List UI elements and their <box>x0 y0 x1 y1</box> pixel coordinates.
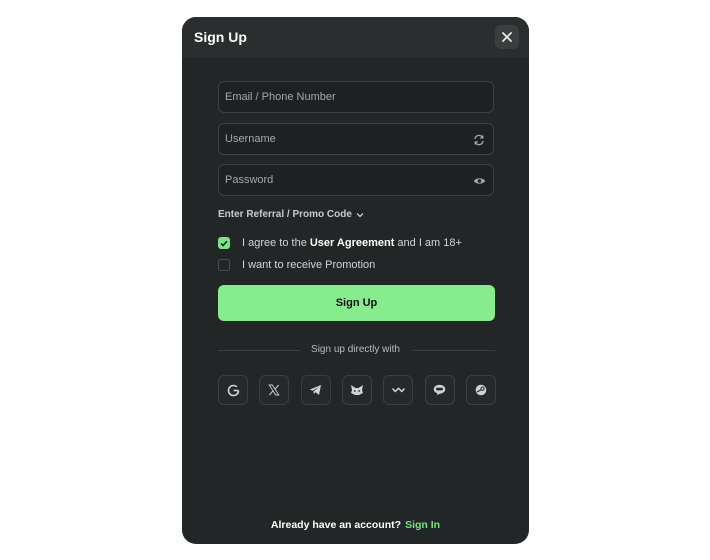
refresh-username-button[interactable] <box>472 133 486 147</box>
line-icon <box>433 384 446 396</box>
google-login-button[interactable] <box>218 375 248 405</box>
line-login-button[interactable] <box>424 375 455 405</box>
password-field-wrapper <box>218 164 494 196</box>
username-input[interactable] <box>219 124 493 154</box>
promotion-checkbox[interactable] <box>218 259 230 271</box>
modal-header: Sign Up <box>182 17 529 58</box>
close-icon <box>502 32 512 42</box>
steam-login-button[interactable] <box>465 375 496 405</box>
social-login-row <box>218 375 496 405</box>
agreement-prefix: I agree to the <box>242 237 307 249</box>
x-icon <box>268 384 280 396</box>
walletconnect-icon <box>392 387 405 393</box>
signup-button[interactable]: Sign Up <box>218 285 495 321</box>
divider-line-right <box>413 350 495 351</box>
promotion-checkbox-row[interactable]: I want to receive Promotion <box>218 259 375 271</box>
signin-footer: Already have an account? Sign In <box>182 519 529 531</box>
signin-question: Already have an account? <box>270 519 402 531</box>
steam-icon <box>475 384 487 396</box>
x-login-button[interactable] <box>259 375 290 405</box>
agreement-checkbox-row[interactable]: I agree to the User Agreement and I am 1… <box>218 237 462 249</box>
signup-modal: Sign Up Enter Refe <box>182 17 529 544</box>
toggle-password-visibility-button[interactable] <box>472 174 486 188</box>
eye-icon <box>473 178 485 184</box>
telegram-login-button[interactable] <box>300 375 331 405</box>
modal-title: Sign Up <box>194 29 247 45</box>
google-icon <box>227 384 239 396</box>
password-input[interactable] <box>219 165 493 195</box>
chevron-down-icon <box>356 212 364 217</box>
walletconnect-login-button[interactable] <box>383 375 414 405</box>
user-agreement-link[interactable]: User Agreement <box>310 237 395 249</box>
checkmark-icon <box>220 240 228 247</box>
metamask-login-button[interactable] <box>341 375 372 405</box>
signin-link[interactable]: Sign In <box>405 519 440 531</box>
promo-code-toggle[interactable]: Enter Referral / Promo Code <box>218 209 364 220</box>
refresh-icon <box>474 134 484 146</box>
promo-code-label: Enter Referral / Promo Code <box>218 209 352 220</box>
metamask-icon <box>350 385 363 395</box>
agreement-suffix: and I am 18+ <box>397 237 462 249</box>
email-field-wrapper <box>218 81 494 113</box>
close-button[interactable] <box>495 25 519 49</box>
agreement-checkbox[interactable] <box>218 237 230 249</box>
email-input[interactable] <box>219 82 493 112</box>
telegram-icon <box>309 385 322 395</box>
username-field-wrapper <box>218 123 494 155</box>
promotion-label: I want to receive Promotion <box>242 259 376 271</box>
